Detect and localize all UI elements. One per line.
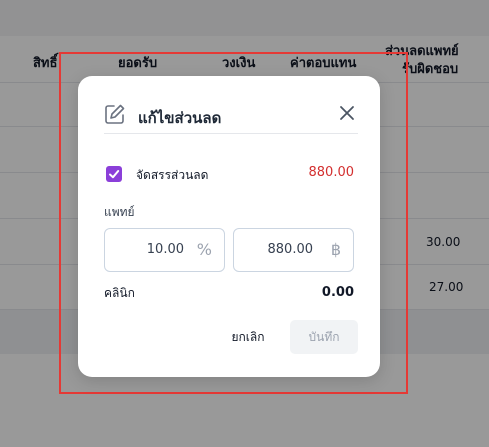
amount-value: 880.00 [267,242,314,257]
discount-percent-input[interactable]: 10.00 % [104,228,225,272]
baht-icon: ฿ [330,240,341,259]
doctor-label: แพทย์ [104,205,135,219]
clinic-value: 0.00 [321,285,354,300]
edit-icon [104,103,126,125]
dialog-title: แก้ไขส่วนลด [138,109,222,127]
check-icon [109,170,120,179]
allocated-amount: 880.00 [308,165,355,180]
clinic-label: คลินิก [104,286,135,300]
dialog-header: แก้ไขส่วนลด [104,102,358,128]
allocate-discount-checkbox[interactable] [106,166,122,182]
edit-discount-dialog: แก้ไขส่วนลด จัดสรรส่วนลด 880.00 แพทย์ 10… [78,76,380,377]
cancel-button[interactable]: ยกเลิก [220,320,276,354]
percent-value: 10.00 [146,242,184,257]
allocate-discount-label: จัดสรรส่วนลด [136,168,209,182]
discount-amount-input[interactable]: 880.00 ฿ [233,228,354,272]
percent-icon: % [196,240,212,259]
close-icon[interactable] [336,102,358,124]
header-divider [104,133,358,134]
save-button[interactable]: บันทึก [290,320,358,354]
